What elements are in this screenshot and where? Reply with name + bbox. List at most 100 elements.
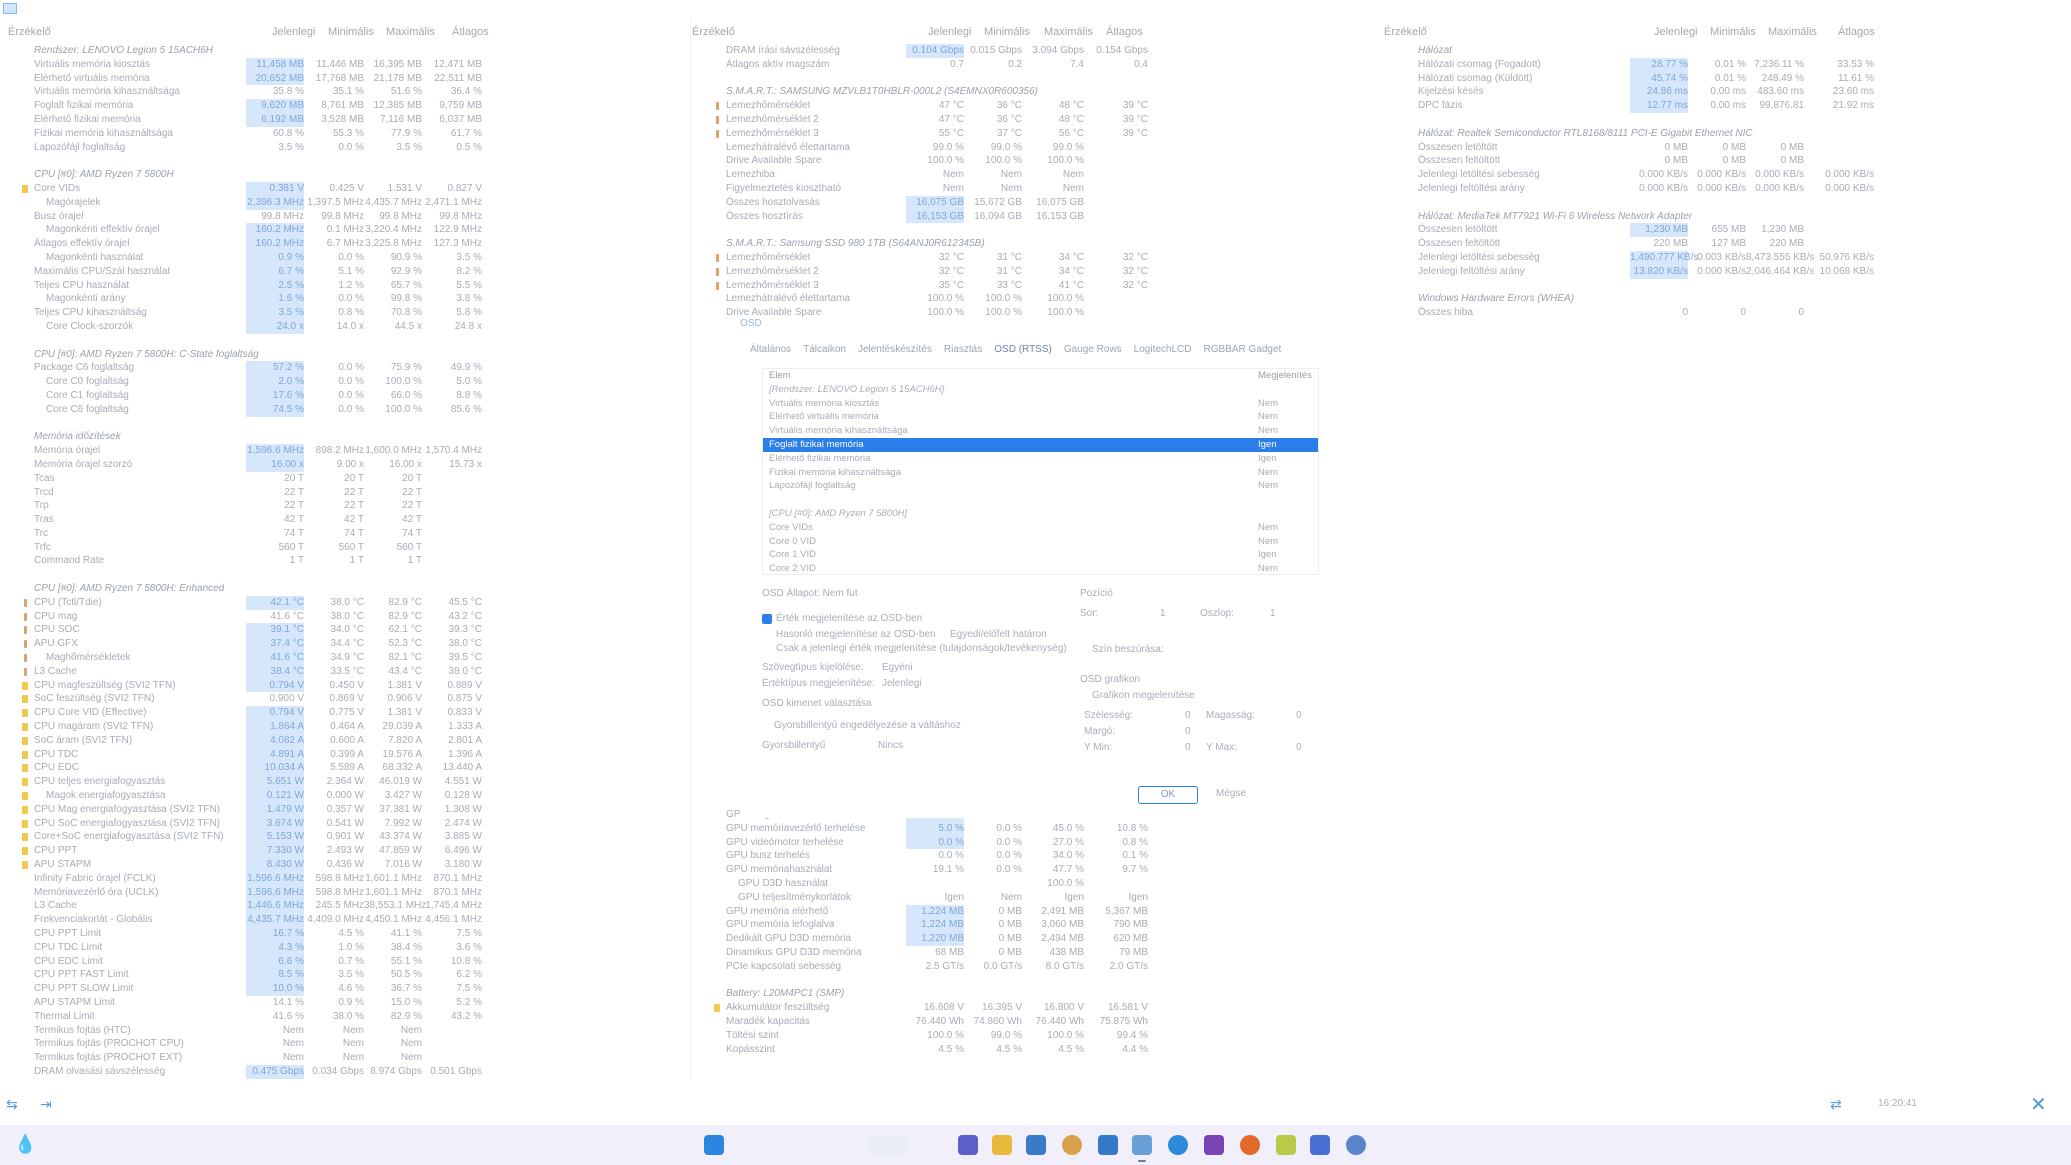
firefox-icon[interactable] [1240, 1135, 1260, 1155]
label-type-value[interactable]: Egyéni [882, 662, 913, 673]
widgets-icon[interactable] [868, 1135, 908, 1155]
sensor-row[interactable]: Tcas 20 T 20 T 20 T [0, 472, 690, 486]
sensor-row[interactable]: APU STAPM Limit 14.1 % 0.9 % 15.0 % 5.2 % [0, 996, 690, 1010]
sensor-group-header[interactable]: Hálózat: MediaTek MT7921 Wi-Fi 6 Wireles… [1384, 210, 2071, 224]
sensor-row[interactable]: Trcd 22 T 22 T 22 T [0, 486, 690, 500]
col-value[interactable]: 1 [1270, 608, 1276, 619]
show-in-osd-checkbox[interactable] [762, 614, 772, 624]
sensor-row[interactable]: Lemezhátralévő élettartama 99.0 % 99.0 % 99… [692, 141, 1382, 155]
windows-start-icon[interactable] [704, 1135, 724, 1155]
width-value[interactable]: 0 [1185, 710, 1191, 721]
sensor-row[interactable]: Összesen feltöltött 220 MB 127 MB 220 MB [1384, 237, 2071, 251]
sensor-group-header[interactable]: Rendszer: LENOVO Legion 5 15ACH6H [0, 44, 690, 58]
sensor-row[interactable]: Jelenlegi feltöltési arány 13.820 KB/s 0.0… [1384, 264, 2071, 279]
sensor-row[interactable]: Akkumulátor feszültség 16.608 V 16.395 V 16… [692, 1001, 1382, 1015]
header-max[interactable]: Maximális [386, 26, 435, 38]
sensor-row[interactable]: Busz órajel 99.8 MHz 99.8 MHz 99.8 MHz 99.8 … [0, 210, 690, 224]
option-3[interactable]: Csak a jelenlegi érték megjelenítése (tu… [776, 643, 1067, 654]
tab-7[interactable]: RGBBAR Gadget [1203, 344, 1281, 355]
sensor-row[interactable]: CPU magáram (SVI2 TFN) 1.864 A 0.464 A 29.0… [0, 720, 690, 734]
sensor-row[interactable]: Lemezhőmérséklet 3 35 °C 33 °C 41 °C 32 °C [692, 279, 1382, 293]
value-type-value[interactable]: Jelenlegi [882, 678, 921, 689]
tab-0[interactable]: Általános [750, 344, 791, 355]
header-avg[interactable]: Átlagos [1838, 26, 1875, 38]
row-value[interactable]: 1 [1160, 608, 1166, 619]
network-sync-icon[interactable]: ⇄ [1830, 1096, 1842, 1113]
sensor-row[interactable]: GPU memória elérhető 1,224 MB 0 MB 2,491 MB… [692, 904, 1382, 919]
sensor-row[interactable]: Teljes CPU kihasználtság 3.5 % 0.8 % 70.8 %… [0, 306, 690, 320]
teams-icon[interactable] [958, 1135, 978, 1155]
sensor-row[interactable]: Magórajelek 2,396.3 MHz 1,397.5 MHz 4,435.7… [0, 195, 690, 210]
header-current[interactable]: Jelenlegi [1654, 26, 1697, 38]
height-value[interactable]: 0 [1296, 710, 1302, 721]
chrome-icon[interactable] [1062, 1135, 1082, 1155]
sensor-row[interactable]: GPU memóriavezérlő terhelése 5.0 % 0.0 % 45… [692, 821, 1382, 836]
sensor-row[interactable]: Átlagos aktív magszám 0.7 0.2 7.4 0.4 [692, 58, 1382, 72]
sensor-group-header[interactable]: S.M.A.R.T.: Samsung SSD 980 1TB (S64ANJ0… [692, 237, 1382, 251]
sensor-row[interactable]: Termikus fojtás (PROCHOT EXT) Nem Nem Nem [0, 1051, 690, 1065]
header-max[interactable]: Maximális [1044, 26, 1093, 38]
sensor-row[interactable]: Virtuális memória kihasználtsága 35.8 % 35… [0, 85, 690, 99]
option-1[interactable]: Hasonló megjelenítése az OSD-ben [776, 629, 936, 640]
sensor-row[interactable]: Lemezhőmérséklet 32 °C 31 °C 34 °C 32 °C [692, 251, 1382, 265]
sensor-row[interactable]: Lemezhőmérséklet 2 32 °C 31 °C 34 °C 32 °C [692, 265, 1382, 279]
sensor-row[interactable]: Termikus fojtás (PROCHOT CPU) Nem Nem Nem [0, 1037, 690, 1051]
option-2[interactable]: Egyedi/előfelt határon [950, 629, 1047, 640]
sensor-group-header[interactable]: Hálózat: Realtek Semiconductor RTL8168/8… [1384, 127, 2071, 141]
margin-value[interactable]: 0 [1185, 726, 1191, 737]
header-avg[interactable]: Átlagos [1106, 26, 1143, 38]
sensor-row[interactable]: Lapozófájl foglaltság 3.5 % 0.0 % 3.5 % 0.5 … [0, 141, 690, 155]
sensor-row[interactable]: Lemezhiba Nem Nem Nem [692, 168, 1382, 182]
sensor-row[interactable]: DRAM olvasási sávszélesség 0.475 Gbps 0.03… [0, 1064, 690, 1079]
network-icon[interactable] [1346, 1135, 1366, 1155]
sensor-row[interactable]: Infinity Fabric órajel (FCLK) 1,596.6 MHz… [0, 871, 690, 886]
sensor-row[interactable]: Összesen feltöltött 0 MB 0 MB 0 MB [1384, 154, 2071, 168]
header-min[interactable]: Minimális [984, 26, 1030, 38]
sensor-row[interactable]: Összesen letöltött 1,230 MB 655 MB 1,230 MB [1384, 223, 2071, 238]
tab-2[interactable]: Jelentéskészítés [858, 344, 932, 355]
list-item[interactable]: Virtuális memória kiosztás Nem [763, 397, 1318, 411]
sensor-row[interactable]: Lemezhátralévő élettartama 100.0 % 100.0 %… [692, 292, 1382, 306]
sensor-row[interactable]: Thermal Limit 41.6 % 38.0 % 82.9 % 43.2 % [0, 1010, 690, 1024]
ymin-value[interactable]: 0 [1185, 742, 1191, 753]
sensor-row[interactable]: CPU TDC Limit 4.3 % 1.0 % 38.4 % 3.6 % [0, 940, 690, 955]
list-item[interactable]: Core 0 VID Nem [763, 535, 1318, 549]
sensor-row[interactable]: L3 Cache 1,446.6 MHz 245.5 MHz 38,553.1 MHz… [0, 899, 690, 914]
onenote-icon[interactable] [1204, 1135, 1224, 1155]
sensor-row[interactable]: Hálózati csomag (Küldött) 45.74 % 0.01 % 24… [1384, 71, 2071, 86]
sensor-row[interactable]: Core Clock-szorzók 24.0 x 14.0 x 44.5 x 24.8… [0, 319, 690, 334]
sensor-row[interactable]: CPU SOC 39.1 °C 34.0 °C 62.1 °C 39.3 °C [0, 623, 690, 638]
sensor-row[interactable]: Jelenlegi letöltési sebesség 1,490.777 KB… [1384, 250, 2071, 265]
sensor-row[interactable]: CPU Mag energiafogyasztása (SVI2 TFN) 1.4… [0, 802, 690, 817]
sensor-row[interactable]: CPU teljes energiafogyasztás 5.651 W 2.364… [0, 775, 690, 790]
sensor-row[interactable]: CPU TDC 4.891 A 0.399 A 19.576 A 1.396 A [0, 747, 690, 762]
sensor-row[interactable]: Hálózati csomag (Fogadott) 28.77 % 0.01 % 7… [1384, 57, 2071, 72]
list-item[interactable]: Foglalt fizikai memória Igen [763, 437, 1318, 452]
save-icon[interactable] [1310, 1135, 1330, 1155]
sensor-group-header[interactable]: Hálózat [1384, 44, 2071, 58]
sensor-row[interactable]: Core C6 foglaltság 74.5 % 0.0 % 100.0 % 85.6… [0, 402, 690, 417]
sensor-row[interactable]: Összes hosztolvasás 16,075 GB 15,672 GB 16,… [692, 195, 1382, 210]
list-item[interactable]: [CPU [#0]: AMD Ryzen 7 5800H] [763, 507, 1318, 521]
sensor-row[interactable]: Kijelzési késés 24.86 ms 0.00 ms 483.60 ms 2… [1384, 85, 2071, 100]
list-item[interactable]: Elérhető fizikai memória Igen [763, 452, 1318, 466]
sensor-row[interactable]: CPU EDC Limit 6.6 % 0.7 % 55.1 % 10.8 % [0, 954, 690, 969]
list-item[interactable] [763, 493, 1318, 507]
header-sensor[interactable]: Érzékelő [692, 26, 735, 38]
header-sensor[interactable]: Érzékelő [8, 26, 51, 38]
sensor-row[interactable]: APU STAPM 8.430 W 0.436 W 7.016 W 3.180 W [0, 858, 690, 872]
sensor-row[interactable]: Virtuális memória kiosztás 11,458 MB 11,44… [0, 57, 690, 72]
tab-5[interactable]: Gauge Rows [1064, 344, 1122, 355]
hotkey-enable-label[interactable]: Gyorsbillentyű engedélyezése a váltáshoz [774, 720, 961, 731]
sensor-row[interactable]: Drive Available Spare 100.0 % 100.0 % 100.0… [692, 154, 1382, 168]
sensor-row[interactable]: Trc 74 T 74 T 74 T [0, 527, 690, 541]
header-avg[interactable]: Átlagos [452, 26, 489, 38]
sensor-group-header[interactable]: CPU [#0]: AMD Ryzen 7 5800H: C-State fog… [0, 348, 690, 362]
edge-icon[interactable] [1168, 1135, 1188, 1155]
sensor-row[interactable]: Memória órajel 1,596.6 MHz 898.2 MHz 1,600.… [0, 444, 690, 458]
sensor-row[interactable]: Magonkénti effektív órajel 160.2 MHz 0.1 M… [0, 223, 690, 238]
sensor-row[interactable]: CPU (Tctl/Tdie) 42.1 °C 38.0 °C 82.9 °C 45.5… [0, 595, 690, 610]
sensor-group-header[interactable]: Battery: L20M4PC1 (SMP) [692, 987, 1382, 1001]
sensor-row[interactable]: CPU EDC 10.034 A 5.589 A 68.332 A 13.440 A [0, 761, 690, 776]
sensor-row[interactable]: Dedikált GPU D3D memória 1,220 MB 0 MB 2,49… [692, 932, 1382, 946]
